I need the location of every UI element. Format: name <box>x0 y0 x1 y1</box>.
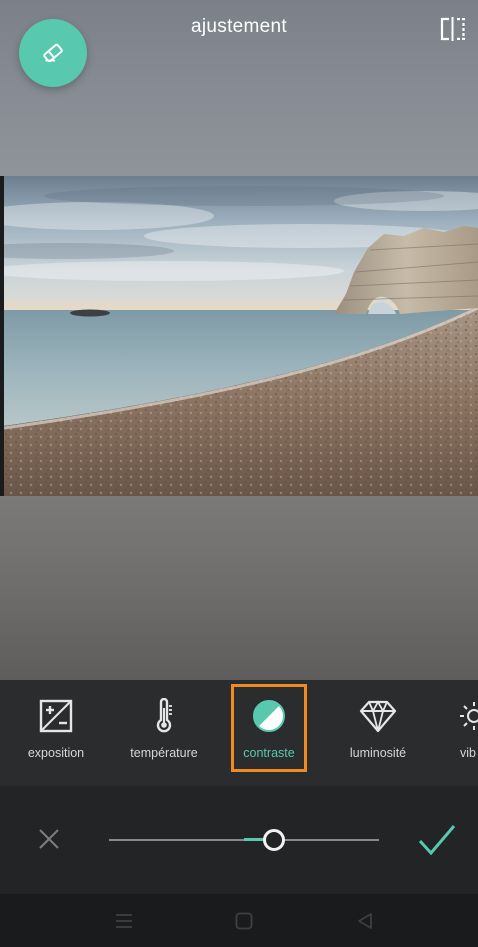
back-button[interactable] <box>352 908 378 934</box>
slider-thumb[interactable] <box>262 829 285 851</box>
active-tool-highlight <box>231 684 307 772</box>
tool-vibrance[interactable]: vib <box>454 680 478 786</box>
top-blurred-area: ajustement <box>0 0 478 176</box>
adjustment-tools-bar: exposition température contraste luminos… <box>0 680 478 786</box>
checkmark-icon <box>418 825 456 856</box>
contrast-slider[interactable] <box>109 828 379 852</box>
slider-bar <box>0 786 478 894</box>
tool-exposition[interactable]: exposition <box>18 680 94 786</box>
menu-button[interactable] <box>111 908 137 934</box>
eraser-icon <box>43 43 63 63</box>
photo-editor-screen: ajustement exposition température contra… <box>0 0 478 947</box>
diamond-icon <box>358 696 398 736</box>
beach-cliff-photo <box>4 176 478 496</box>
close-icon <box>39 829 59 849</box>
menu-icon <box>116 914 132 928</box>
apply-button[interactable] <box>416 820 458 860</box>
photo-preview[interactable] <box>4 176 478 496</box>
home-square-icon <box>235 912 253 930</box>
back-triangle-icon <box>358 913 372 929</box>
tool-temperature[interactable]: température <box>124 680 204 786</box>
compare-button[interactable] <box>437 16 469 42</box>
tool-label: luminosité <box>349 746 407 760</box>
bottom-blurred-area <box>0 496 478 680</box>
tool-label: température <box>130 746 198 760</box>
system-nav-bar <box>0 894 478 947</box>
sun-icon <box>454 696 478 736</box>
home-button[interactable] <box>231 908 257 934</box>
compare-split-icon <box>440 17 465 41</box>
cancel-button[interactable] <box>32 822 66 856</box>
page-title: ajustement <box>191 16 287 37</box>
tool-label: vib <box>460 746 476 760</box>
tool-contraste[interactable]: contraste <box>231 680 307 786</box>
tool-label: exposition <box>27 746 85 760</box>
exposure-icon <box>36 696 76 736</box>
thermometer-icon <box>144 696 184 736</box>
tool-luminosite[interactable]: luminosité <box>340 680 416 786</box>
